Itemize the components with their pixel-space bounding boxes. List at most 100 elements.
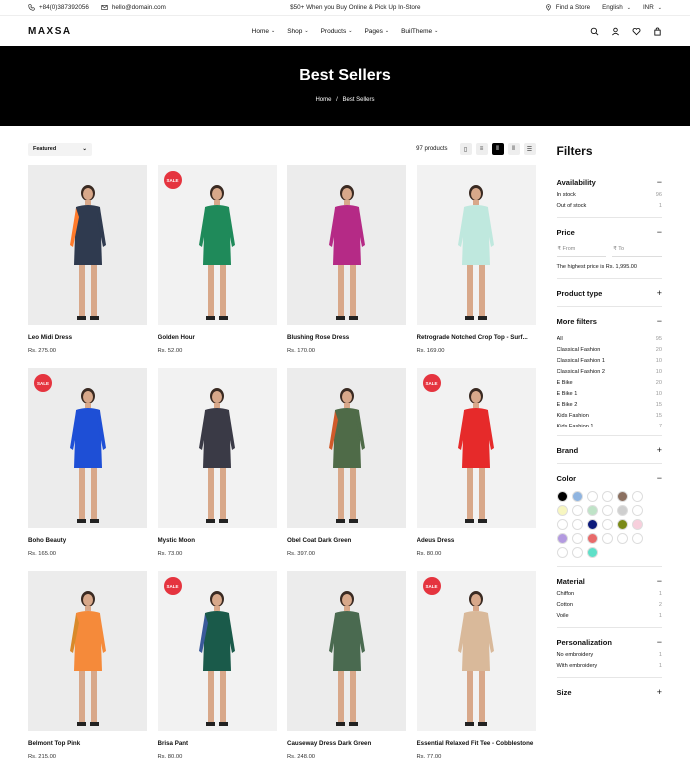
more-filter-option[interactable]: E Bike 2 15 bbox=[557, 402, 663, 408]
email-link[interactable]: hello@domain.com bbox=[101, 4, 166, 11]
nav-item-builtheme[interactable]: BuilTheme ⌄ bbox=[401, 28, 438, 35]
product-name[interactable]: Essential Relaxed Fit Tee - Cobblestone bbox=[417, 740, 536, 747]
more-filter-option[interactable]: E Bike 1 10 bbox=[557, 391, 663, 397]
product-image[interactable] bbox=[287, 368, 406, 528]
logo[interactable]: MAXSA bbox=[28, 26, 148, 37]
more-filter-option[interactable]: E Bike 20 bbox=[557, 380, 663, 386]
product-card[interactable]: SALE Essential Relaxed Fit Tee - Cobblest… bbox=[416, 571, 536, 760]
product-image[interactable] bbox=[287, 165, 406, 325]
product-name[interactable]: Blushing Rose Dress bbox=[287, 334, 406, 341]
color-swatch[interactable] bbox=[571, 547, 583, 558]
more-filter-option[interactable]: Classical Fashion 20 bbox=[557, 347, 663, 353]
color-swatch[interactable] bbox=[631, 505, 643, 516]
product-card[interactable]: SALE Boho Beauty Rs. 165.00 bbox=[28, 368, 147, 571]
color-swatch[interactable] bbox=[556, 533, 568, 544]
filter-brand-toggle[interactable]: Brand + bbox=[557, 445, 663, 455]
wishlist-heart-icon[interactable] bbox=[632, 27, 641, 36]
more-filter-option[interactable]: Kids Fashion 1 7 bbox=[557, 424, 663, 427]
product-image[interactable] bbox=[157, 368, 277, 528]
filter-personalization-toggle[interactable]: Personalization − bbox=[557, 637, 663, 647]
color-swatch[interactable] bbox=[556, 491, 568, 502]
color-swatch[interactable] bbox=[616, 519, 628, 530]
language-select[interactable]: English ⌄ bbox=[602, 4, 631, 11]
color-swatch[interactable] bbox=[601, 533, 613, 544]
product-image[interactable] bbox=[416, 165, 536, 325]
color-swatch[interactable] bbox=[571, 519, 583, 530]
color-swatch[interactable] bbox=[586, 505, 598, 516]
color-swatch[interactable] bbox=[616, 491, 628, 502]
color-swatch[interactable] bbox=[631, 519, 643, 530]
personalization-option[interactable]: No embroidery 1 bbox=[557, 652, 663, 658]
view-3-column-button[interactable]: ⫴ bbox=[507, 143, 520, 155]
search-icon[interactable] bbox=[590, 27, 599, 36]
nav-item-home[interactable]: Home ⌄ bbox=[252, 28, 276, 35]
color-swatch[interactable] bbox=[601, 491, 613, 502]
more-filters-scroll-list[interactable]: All 95 Classical Fashion 20 Classical Fashio… bbox=[557, 331, 663, 427]
filter-size-toggle[interactable]: Size + bbox=[557, 687, 663, 697]
view-1-column-button[interactable]: ▯ bbox=[459, 143, 472, 155]
filter-more-toggle[interactable]: More filters − bbox=[557, 316, 663, 326]
material-option[interactable]: Cotton 2 bbox=[557, 602, 663, 608]
nav-item-pages[interactable]: Pages ⌄ bbox=[364, 28, 389, 35]
product-image[interactable] bbox=[28, 165, 147, 325]
color-swatch[interactable] bbox=[631, 491, 643, 502]
product-image[interactable]: SALE bbox=[157, 165, 277, 325]
filter-product-type-toggle[interactable]: Product type + bbox=[557, 288, 663, 298]
product-name[interactable]: Belmont Top Pink bbox=[28, 740, 147, 747]
color-swatch[interactable] bbox=[571, 505, 583, 516]
product-image[interactable]: SALE bbox=[28, 368, 147, 528]
color-swatch[interactable] bbox=[556, 505, 568, 516]
view-list-button[interactable]: ≡ bbox=[475, 143, 488, 155]
product-name[interactable]: Causeway Dress Dark Green bbox=[287, 740, 406, 747]
breadcrumb-home[interactable]: Home bbox=[315, 97, 331, 103]
sort-select[interactable]: Featured ⌄ bbox=[28, 142, 92, 156]
nav-item-products[interactable]: Products ⌄ bbox=[321, 28, 353, 35]
filter-availability-toggle[interactable]: Availability − bbox=[557, 177, 663, 187]
more-filter-option[interactable]: Kids Fashion 15 bbox=[557, 413, 663, 419]
color-swatch[interactable] bbox=[571, 491, 583, 502]
material-option[interactable]: Chiffon 1 bbox=[557, 591, 663, 597]
material-option[interactable]: Voile 1 bbox=[557, 613, 663, 619]
product-image[interactable] bbox=[287, 571, 406, 731]
product-card[interactable]: SALE Brisa Pant Rs. 80.00 bbox=[157, 571, 277, 760]
product-card[interactable]: Mystic Moon Rs. 73.00 bbox=[157, 368, 277, 571]
find-store-link[interactable]: Find a Store bbox=[545, 4, 590, 11]
color-swatch[interactable] bbox=[586, 491, 598, 502]
product-card[interactable]: SALE Golden Hour Rs. 52.00 bbox=[157, 165, 277, 368]
personalization-option[interactable]: With embroidery 1 bbox=[557, 663, 663, 669]
product-image[interactable] bbox=[28, 571, 147, 731]
color-swatch[interactable] bbox=[631, 533, 643, 544]
color-swatch[interactable] bbox=[571, 533, 583, 544]
color-swatch[interactable] bbox=[556, 547, 568, 558]
cart-bag-icon[interactable] bbox=[653, 27, 662, 36]
color-swatch[interactable] bbox=[601, 519, 613, 530]
currency-select[interactable]: INR ⌄ bbox=[643, 4, 662, 11]
color-swatch[interactable] bbox=[586, 519, 598, 530]
product-image[interactable]: SALE bbox=[416, 571, 536, 731]
product-name[interactable]: Brisa Pant bbox=[158, 740, 277, 747]
filter-color-toggle[interactable]: Color − bbox=[557, 473, 663, 483]
more-filter-option[interactable]: All 95 bbox=[557, 336, 663, 342]
product-card[interactable]: Belmont Top Pink Rs. 215.00 bbox=[28, 571, 147, 760]
product-name[interactable]: Mystic Moon bbox=[158, 537, 277, 544]
product-card[interactable]: SALE Adeus Dress Rs. 80.00 bbox=[416, 368, 536, 571]
product-name[interactable]: Leo Midi Dress bbox=[28, 334, 147, 341]
product-card[interactable]: Leo Midi Dress Rs. 275.00 bbox=[28, 165, 147, 368]
availability-option[interactable]: In stock 96 bbox=[557, 192, 663, 198]
product-name[interactable]: Golden Hour bbox=[158, 334, 277, 341]
nav-item-shop[interactable]: Shop ⌄ bbox=[287, 28, 308, 35]
color-swatch[interactable] bbox=[586, 547, 598, 558]
product-name[interactable]: Retrograde Notched Crop Top - Surf... bbox=[417, 334, 536, 341]
product-card[interactable]: Obel Coat Dark Green Rs. 397.00 bbox=[287, 368, 406, 571]
view-compact-button[interactable]: ☰ bbox=[523, 143, 536, 155]
product-name[interactable]: Obel Coat Dark Green bbox=[287, 537, 406, 544]
color-swatch[interactable] bbox=[616, 505, 628, 516]
more-filter-option[interactable]: Classical Fashion 1 10 bbox=[557, 358, 663, 364]
color-swatch[interactable] bbox=[556, 519, 568, 530]
product-image[interactable]: SALE bbox=[416, 368, 536, 528]
product-card[interactable]: Retrograde Notched Crop Top - Surf... Rs.… bbox=[416, 165, 536, 368]
availability-option[interactable]: Out of stock 1 bbox=[557, 203, 663, 209]
color-swatch[interactable] bbox=[586, 533, 598, 544]
product-card[interactable]: Blushing Rose Dress Rs. 170.00 bbox=[287, 165, 406, 368]
filter-material-toggle[interactable]: Material − bbox=[557, 576, 663, 586]
